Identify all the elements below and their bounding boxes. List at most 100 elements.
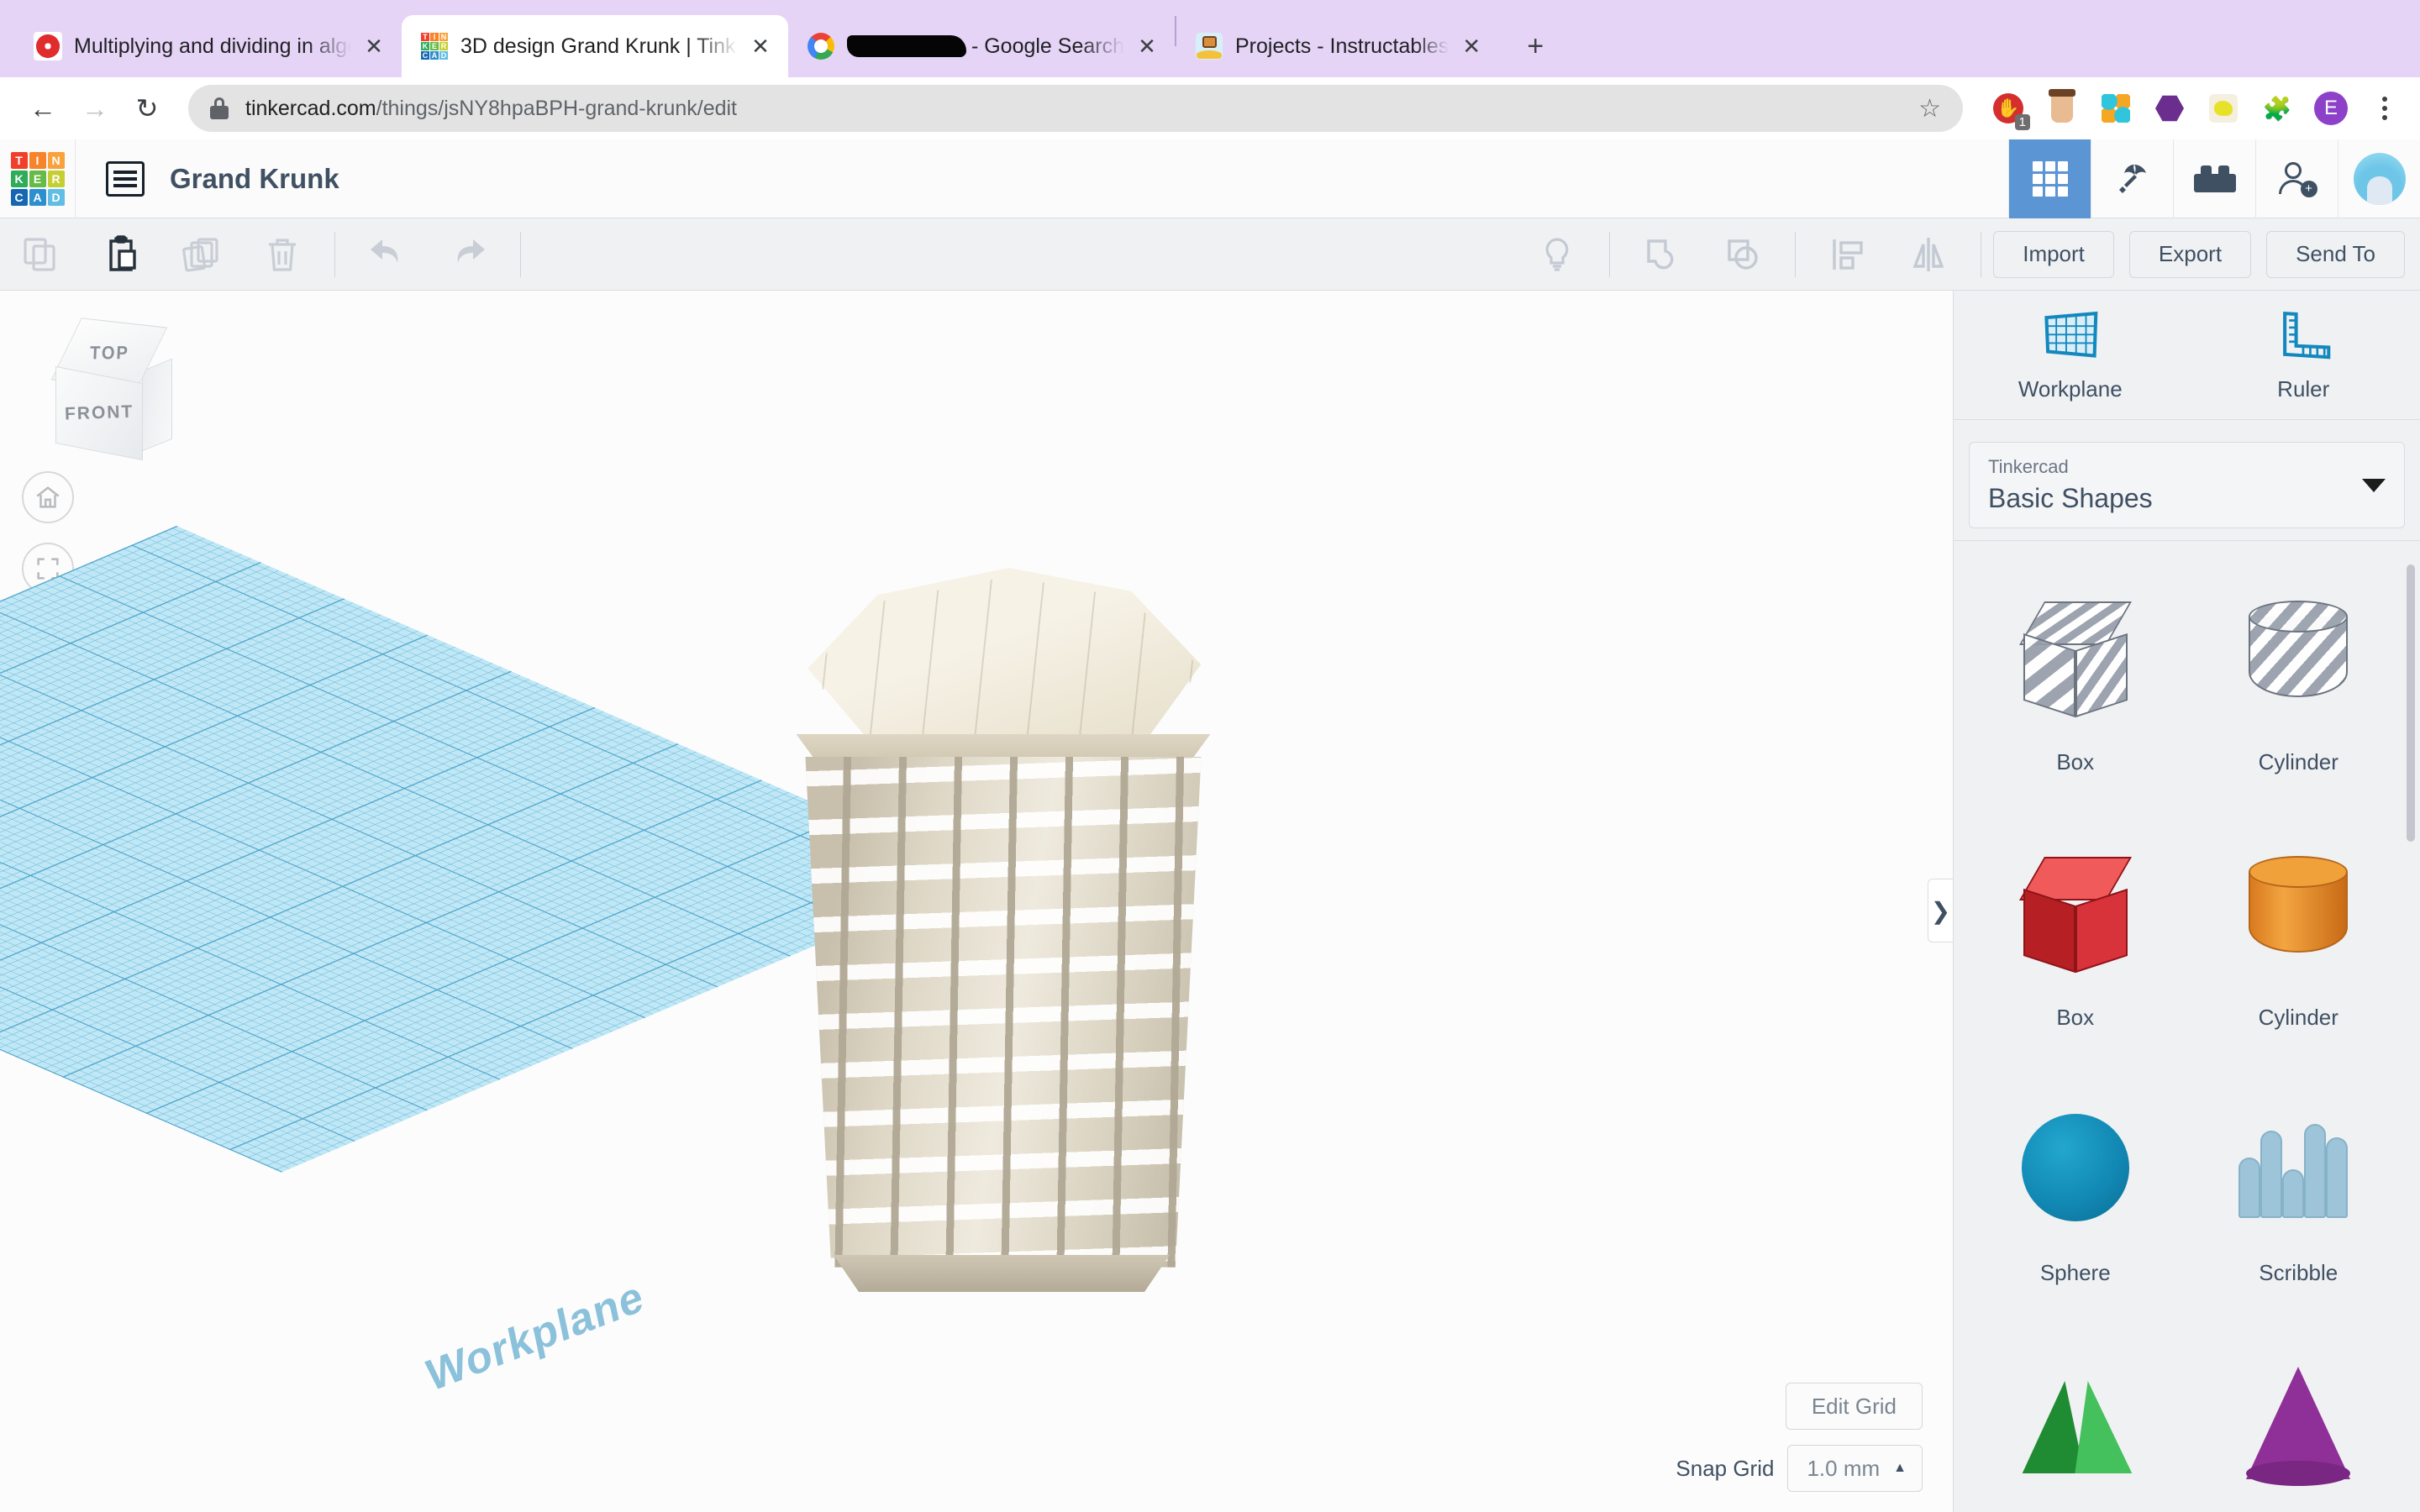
close-icon[interactable]: ✕: [1455, 30, 1487, 62]
send-to-button[interactable]: Send To: [2266, 230, 2405, 278]
adblock-icon[interactable]: ✋ 1: [1990, 90, 2030, 130]
reload-icon[interactable]: ↻: [121, 82, 173, 134]
new-tab-button[interactable]: +: [1512, 24, 1558, 69]
view-cube-front-face[interactable]: FRONT: [55, 365, 143, 461]
user-avatar-button[interactable]: [2338, 139, 2420, 218]
hole-box-icon: [1996, 583, 2155, 731]
home-view-button[interactable]: [22, 471, 74, 523]
invite-people-button[interactable]: +: [2255, 139, 2338, 218]
browser-tab-title: Projects - Instructables: [1235, 34, 1449, 58]
coffee-icon[interactable]: [2044, 89, 2081, 127]
paste-button[interactable]: [81, 218, 161, 291]
collapse-panel-button[interactable]: ❯: [1928, 879, 1953, 942]
export-button[interactable]: Export: [2128, 230, 2252, 278]
toolbar-divider: [334, 231, 335, 277]
sidebar-scrollbar[interactable]: [2407, 564, 2415, 842]
browser-tab-title-text: - Google Search: [971, 34, 1124, 58]
shape-item-scribble[interactable]: Scribble: [2187, 1072, 2411, 1327]
forward-icon[interactable]: →: [69, 82, 121, 134]
ungroup-button[interactable]: [1702, 218, 1783, 291]
3d-viewport[interactable]: TOP FRONT Workplane Edit Grid Snap Grid …: [0, 291, 1953, 1512]
browser-menu-icon[interactable]: [2366, 90, 2403, 127]
workplane-tool[interactable]: Workplane: [1954, 291, 2187, 419]
design-grid-button[interactable]: [2008, 139, 2091, 218]
browser-tab-title: Multiplying and dividing in alge: [74, 34, 351, 58]
favicon-tile-c: C: [421, 50, 429, 60]
import-button[interactable]: Import: [1993, 230, 2114, 278]
logo-tile-d: D: [47, 188, 65, 206]
redaction-bar: [847, 35, 966, 57]
logo-tile-k: K: [10, 170, 28, 187]
shapes-scroll-area[interactable]: Box Cylinder Box Cylinder Sphere Scribbl…: [1954, 540, 2420, 1512]
shape-library-select[interactable]: Tinkercad Basic Shapes: [1969, 442, 2405, 528]
library-category-label: Tinkercad: [1988, 456, 2069, 477]
shape-item-hole-box[interactable]: Box: [1964, 561, 2187, 816]
favicon-tile-r: R: [439, 41, 448, 50]
lego-brick-button[interactable]: [2173, 139, 2255, 218]
page-title[interactable]: Grand Krunk: [170, 163, 339, 195]
toolbar-divider: [520, 231, 521, 277]
align-button[interactable]: [1807, 218, 1888, 291]
duplicate-button[interactable]: [161, 218, 242, 291]
main-area: TOP FRONT Workplane Edit Grid Snap Grid …: [0, 291, 2420, 1512]
mirror-button[interactable]: [1888, 218, 1969, 291]
profile-initial: E: [2314, 92, 2348, 125]
browser-tab-3[interactable]: Projects - Instructables ✕: [1176, 15, 1499, 77]
redo-button[interactable]: [428, 218, 508, 291]
notes-lightbulb-button[interactable]: [1517, 218, 1597, 291]
back-icon[interactable]: ←: [17, 82, 69, 134]
minecraft-pickaxe-button[interactable]: [2091, 139, 2173, 218]
shape-item-pyramid[interactable]: [1964, 1327, 2187, 1512]
copy-button[interactable]: [0, 218, 81, 291]
grid-controls: Edit Grid Snap Grid 1.0 mm ▲: [1676, 1383, 1923, 1492]
sphere-icon: [1996, 1094, 2155, 1242]
box-icon: [1996, 838, 2155, 986]
instructables-icon: [1195, 32, 1223, 60]
browser-tab-0[interactable]: Multiplying and dividing in alge ✕: [15, 15, 402, 77]
address-bar-input[interactable]: tinkercad.com/things/jsNY8hpaBPH-grand-k…: [188, 85, 1963, 132]
hexagon-icon[interactable]: [2151, 90, 2188, 127]
tinkercad-logo[interactable]: TIN KER CAD: [0, 139, 76, 218]
puzzle-extensions-icon[interactable]: 🧩: [2259, 90, 2296, 127]
shape-item-cylinder[interactable]: Cylinder: [2187, 816, 2411, 1072]
shape-item-box[interactable]: Box: [1964, 816, 2187, 1072]
3d-model-grand-krunk[interactable]: [739, 568, 1260, 1341]
browser-tab-2-redacted[interactable]: - Google Search ✕: [788, 15, 1175, 77]
favicon-tile-t: T: [421, 33, 429, 41]
edit-toolbar: Import Export Send To: [0, 218, 2420, 291]
view-cube-top-label: TOP: [89, 343, 129, 364]
shape-item-hole-cylinder[interactable]: Cylinder: [2187, 561, 2411, 816]
logo-tile-t: T: [10, 151, 28, 169]
ruler-tool[interactable]: Ruler: [2187, 291, 2420, 419]
shape-label: Box: [2056, 749, 2095, 774]
colorgrid-icon[interactable]: [2097, 90, 2134, 127]
browser-tab-bar: Multiplying and dividing in alge ✕ TIN KE…: [0, 0, 2420, 77]
delete-button[interactable]: [242, 218, 323, 291]
bookmark-star-icon[interactable]: ☆: [1918, 94, 1941, 123]
view-cube-side-face[interactable]: [142, 358, 172, 452]
view-orientation-cube[interactable]: TOP FRONT: [40, 316, 192, 461]
profile-avatar[interactable]: E: [2312, 90, 2349, 127]
shapes-sidebar: Workplane Ruler Tinkercad Basic Shapes B…: [1953, 291, 2420, 1512]
workplane-icon: [2044, 311, 2098, 358]
toolbar-divider: [1609, 231, 1611, 277]
project-list-icon[interactable]: [106, 160, 145, 197]
doodle-icon[interactable]: [2205, 90, 2242, 127]
close-icon[interactable]: ✕: [358, 30, 390, 62]
chevron-down-icon: [2362, 478, 2386, 492]
shape-item-sphere[interactable]: Sphere: [1964, 1072, 2187, 1327]
google-icon: [807, 32, 835, 60]
snap-grid-select[interactable]: 1.0 mm ▲: [1787, 1445, 1923, 1492]
group-button[interactable]: [1622, 218, 1702, 291]
shape-item-cone[interactable]: [2187, 1327, 2411, 1512]
undo-button[interactable]: [347, 218, 428, 291]
url-path: /things/jsNY8hpaBPH-grand-krunk/edit: [376, 96, 738, 120]
close-icon[interactable]: ✕: [1131, 30, 1163, 62]
shape-label: Scribble: [2259, 1260, 2338, 1285]
edit-grid-button[interactable]: Edit Grid: [1785, 1383, 1923, 1430]
model-base: [834, 1255, 1170, 1292]
model-dome-panels: [808, 576, 1202, 761]
browser-tab-title: - Google Search: [847, 34, 1124, 59]
close-icon[interactable]: ✕: [744, 30, 776, 62]
browser-tab-1-active[interactable]: TIN KER CAD 3D design Grand Krunk | Tinker…: [402, 15, 788, 77]
